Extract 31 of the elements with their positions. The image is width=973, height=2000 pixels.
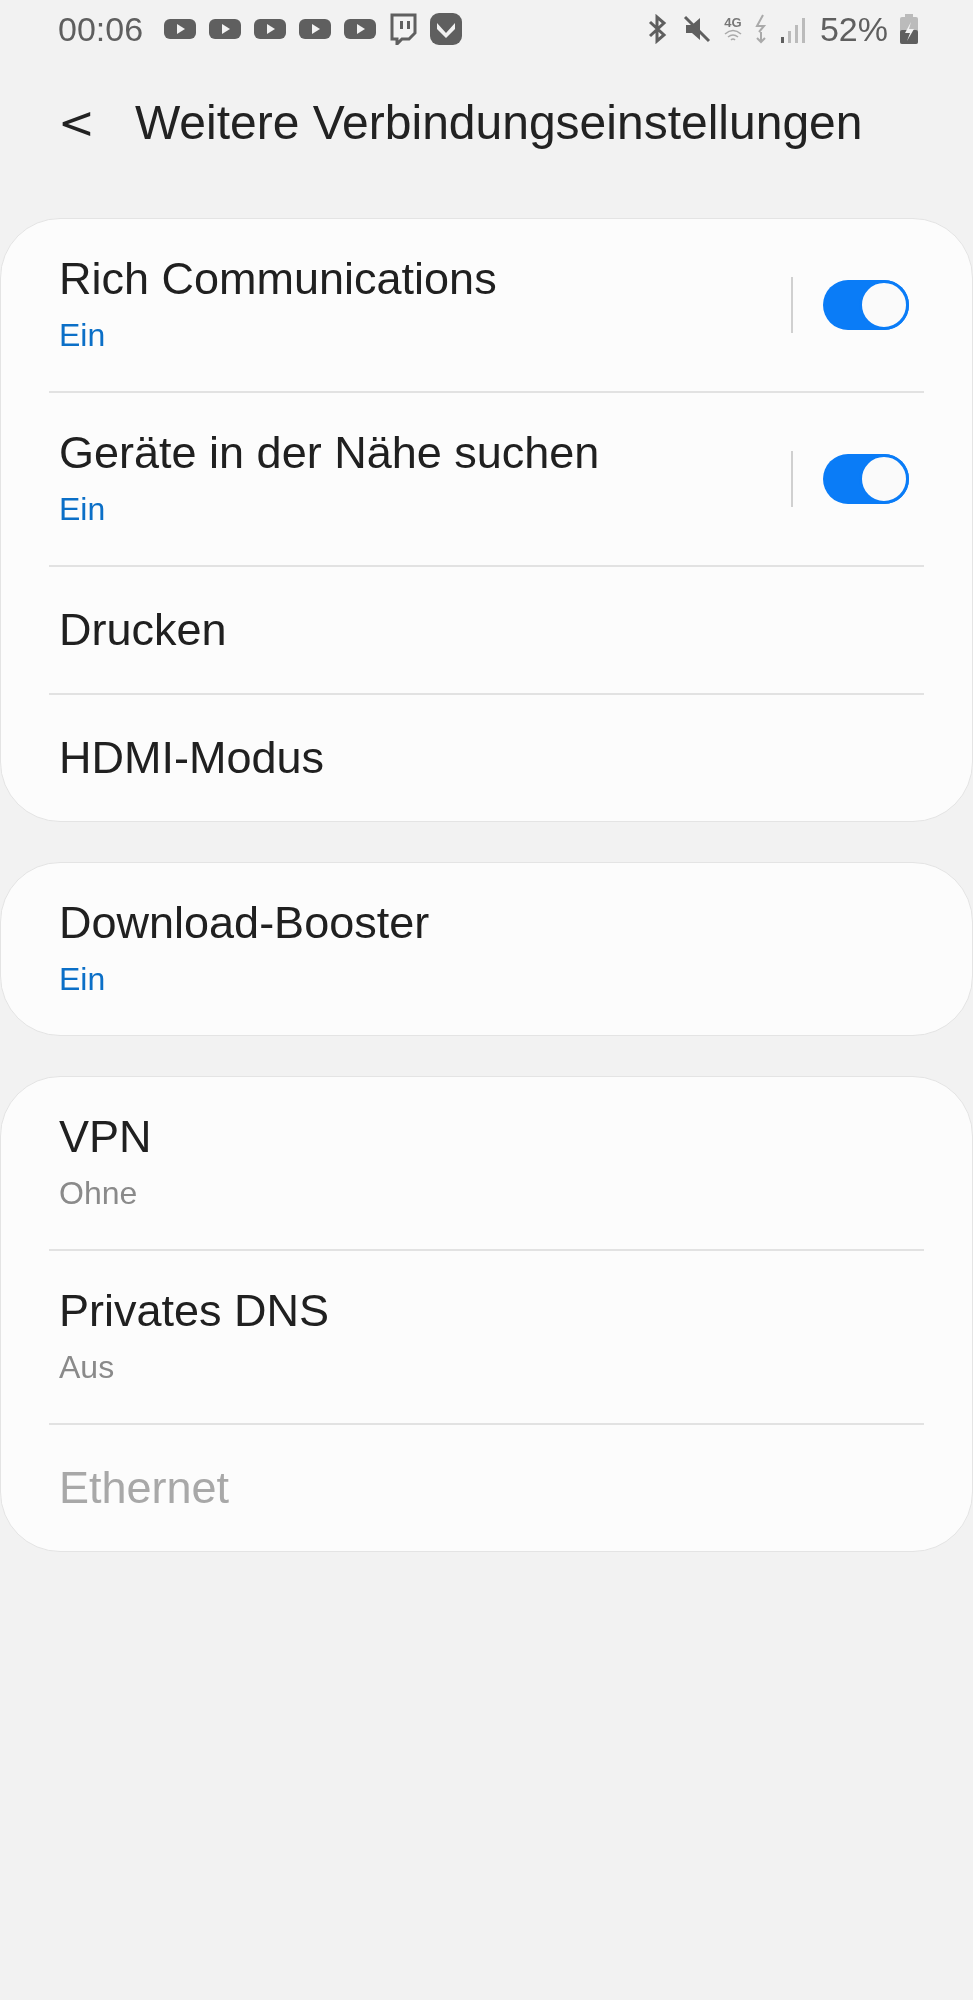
setting-status: Ein bbox=[59, 490, 107, 530]
muted-speaker-icon bbox=[681, 14, 712, 44]
video-icon bbox=[299, 17, 332, 41]
setting-title: HDMI-Modus bbox=[59, 730, 326, 785]
battery-charging-icon bbox=[900, 14, 918, 44]
setting-status: Ein bbox=[59, 316, 107, 356]
back-button[interactable]: < bbox=[58, 101, 95, 145]
battery-percentage: 52% bbox=[819, 8, 888, 50]
video-icon bbox=[254, 17, 287, 41]
setting-title: Download-Booster bbox=[59, 895, 431, 950]
toggle-switch[interactable] bbox=[823, 280, 909, 330]
video-icon bbox=[344, 17, 377, 41]
wifi-icon bbox=[723, 28, 742, 43]
setting-title: Rich Communications bbox=[59, 251, 498, 306]
setting-title: Geräte in der Nähe suchen bbox=[59, 425, 601, 480]
toggle-switch[interactable] bbox=[823, 454, 909, 504]
setting-title: Privates DNS bbox=[59, 1283, 331, 1338]
setting-title: Drucken bbox=[59, 602, 228, 657]
data-transfer-icon bbox=[753, 14, 768, 44]
signal-icon bbox=[779, 15, 808, 43]
chat-bubble-icon bbox=[389, 13, 418, 45]
video-icon bbox=[209, 17, 242, 41]
setting-status: Aus bbox=[59, 1348, 116, 1388]
video-icon bbox=[164, 17, 197, 41]
network-type-label: 4G bbox=[724, 15, 742, 29]
status-time: 00:06 bbox=[58, 8, 144, 50]
page-title: Weitere Verbindungseinstellungen bbox=[134, 95, 863, 151]
setting-title: Ethernet bbox=[59, 1460, 231, 1515]
setting-title: VPN bbox=[59, 1109, 153, 1164]
setting-status: Ohne bbox=[59, 1174, 139, 1214]
setting-status: Ein bbox=[59, 960, 107, 1000]
